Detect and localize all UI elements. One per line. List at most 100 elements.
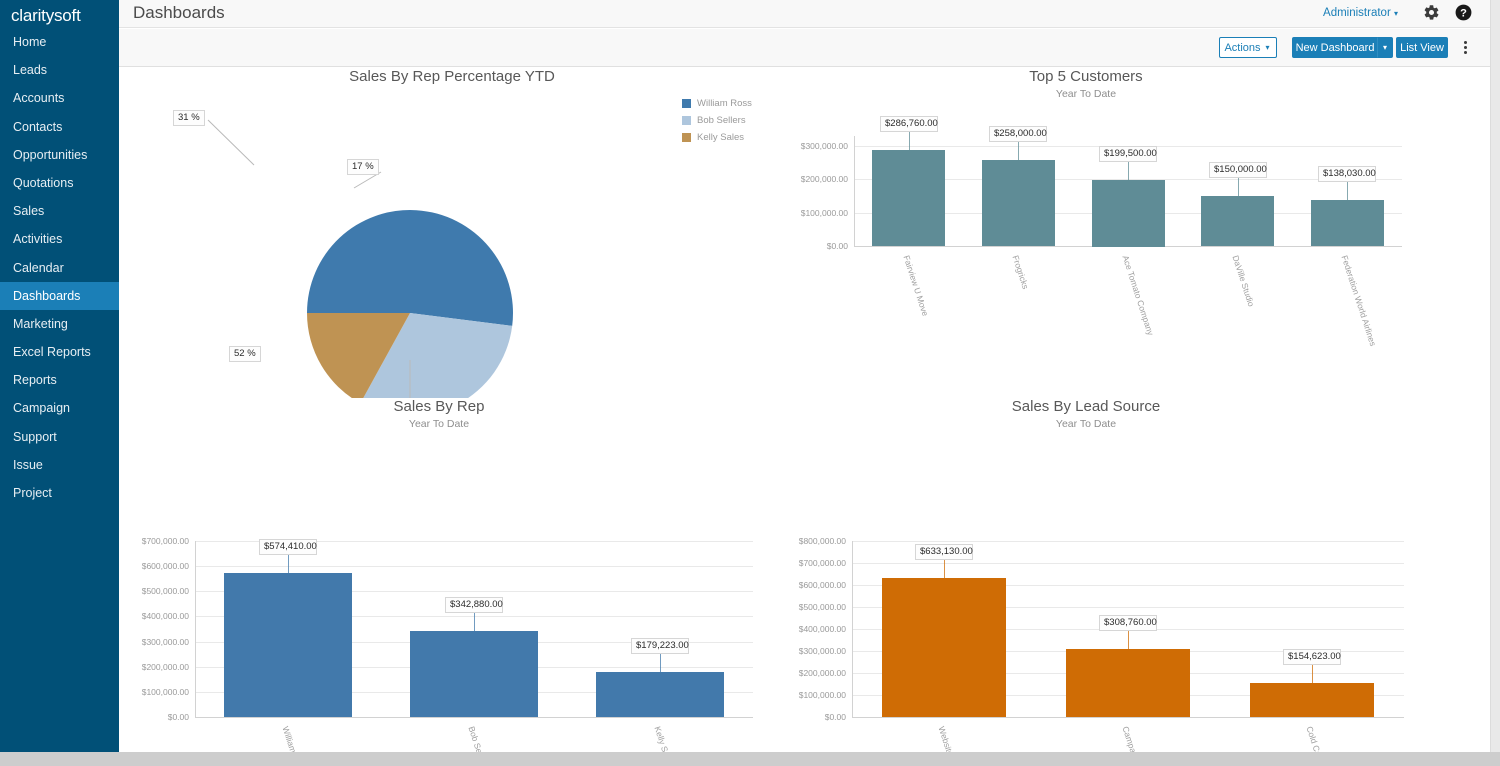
- help-circle-icon[interactable]: ?: [1454, 3, 1473, 27]
- sidebar-item-project[interactable]: Project: [0, 479, 119, 507]
- y-axis-tick-label: $200,000.00: [800, 174, 848, 184]
- legend-label: William Ross: [697, 98, 752, 109]
- y-axis-tick-label: $300,000.00: [800, 141, 848, 151]
- gridline: [852, 541, 1404, 542]
- plot-area[interactable]: $800,000.00 $700,000.00 $600,000.00 $500,00…: [770, 398, 1470, 765]
- y-axis-line: [195, 541, 196, 718]
- horizontal-scrollbar-thumb[interactable]: [0, 752, 1090, 766]
- sidebar-item-home[interactable]: Home: [0, 28, 119, 56]
- bar-data-label: $154,623.00: [1283, 649, 1341, 665]
- legend-swatch: [682, 99, 691, 108]
- sidebar-item-campaign[interactable]: Campaign: [0, 394, 119, 422]
- sidebar-item-label: Leads: [13, 63, 48, 78]
- bar[interactable]: [1250, 683, 1374, 717]
- chart-panel-sales-by-lead-source: Sales By Lead Source Year To Date $800,0…: [770, 398, 1470, 765]
- gridline: [195, 566, 753, 567]
- x-axis-category-label: Frogricks: [1010, 254, 1031, 291]
- sidebar-item-sales[interactable]: Sales: [0, 197, 119, 225]
- legend-item[interactable]: Bob Sellers: [682, 115, 752, 126]
- sidebar-item-excel-reports[interactable]: Excel Reports: [0, 338, 119, 366]
- y-axis-line: [852, 541, 853, 718]
- sidebar-item-calendar[interactable]: Calendar: [0, 254, 119, 282]
- bar[interactable]: [1092, 180, 1165, 247]
- sidebar-item-label: Sales: [13, 204, 45, 219]
- vertical-scrollbar-rail[interactable]: [1490, 0, 1500, 752]
- sidebar-item-dashboards[interactable]: Dashboards: [0, 281, 119, 310]
- new-dashboard-button[interactable]: New Dashboard: [1292, 37, 1378, 58]
- legend-label: Kelly Sales: [697, 132, 744, 143]
- legend-label: Bob Sellers: [697, 115, 746, 126]
- dashboards-page: claritysoft Home Leads Accounts Contacts Opp…: [0, 0, 1500, 766]
- label-leader-line: [1018, 140, 1019, 160]
- leader-line: [207, 119, 255, 166]
- y-axis-tick-label: $0.00: [824, 712, 846, 722]
- sidebar-item-label: Activities: [13, 232, 63, 247]
- label-leader-line: [474, 611, 475, 631]
- y-axis-tick-label: $800,000.00: [798, 536, 846, 546]
- label-leader-line: [909, 130, 910, 150]
- sidebar-item-label: Quotations: [13, 175, 74, 190]
- top-bar: Dashboards Administrator ▾ ?: [119, 0, 1490, 28]
- bar[interactable]: [410, 631, 538, 717]
- chevron-down-icon: ▾: [1382, 43, 1387, 52]
- bar[interactable]: [982, 160, 1055, 246]
- sidebar-item-label: Excel Reports: [13, 345, 91, 360]
- sidebar-item-label: Project: [13, 486, 52, 500]
- legend-item[interactable]: William Ross: [682, 98, 752, 109]
- sidebar-item-label: Opportunities: [13, 147, 88, 162]
- bar-data-label: $308,760.00: [1099, 615, 1157, 631]
- bar-data-label: $258,000.00: [989, 126, 1047, 142]
- chevron-down-icon: ▾: [1265, 42, 1270, 52]
- chart-panel-sales-by-rep: Sales By Rep Year To Date $700,000.00 $60…: [119, 398, 785, 766]
- bar[interactable]: [1311, 200, 1384, 246]
- gear-icon[interactable]: [1423, 4, 1440, 26]
- y-axis-line: [854, 136, 855, 247]
- y-axis-tick-label: $0.00: [826, 241, 848, 251]
- bar[interactable]: [224, 573, 352, 717]
- bar-data-label: $150,000.00: [1209, 162, 1267, 178]
- sidebar-item-opportunities[interactable]: Opportunities: [0, 141, 119, 169]
- y-axis-tick-label: $200,000.00: [141, 662, 189, 672]
- dashboard-canvas: Sales By Rep Percentage YTD 52 % 31 % 17 %…: [119, 68, 1490, 766]
- legend-swatch: [682, 116, 691, 125]
- bar[interactable]: [872, 150, 945, 246]
- plot-area[interactable]: $700,000.00 $600,000.00 $500,000.00 $400,00…: [119, 398, 785, 766]
- bar[interactable]: [882, 578, 1006, 717]
- y-axis-tick-label: $500,000.00: [141, 586, 189, 596]
- brand-logo[interactable]: claritysoft: [0, 0, 119, 28]
- y-axis-tick-label: $700,000.00: [141, 536, 189, 546]
- bar-data-label: $574,410.00: [259, 539, 317, 555]
- sidebar-item-issue[interactable]: Issue: [0, 451, 119, 479]
- bar[interactable]: [1066, 649, 1190, 717]
- new-dashboard-dropdown-toggle[interactable]: ▾: [1377, 37, 1393, 58]
- more-vertical-icon[interactable]: [1458, 35, 1472, 59]
- legend-item[interactable]: Kelly Sales: [682, 132, 752, 143]
- sidebar-item-accounts[interactable]: Accounts: [0, 84, 119, 112]
- actions-button[interactable]: Actions ▾: [1219, 37, 1277, 58]
- bar[interactable]: [596, 672, 724, 717]
- sidebar-item-label: Reports: [13, 373, 57, 388]
- sidebar-item-quotations[interactable]: Quotations: [0, 169, 119, 197]
- sidebar-item-leads[interactable]: Leads: [0, 56, 119, 84]
- sidebar-item-marketing[interactable]: Marketing: [0, 310, 119, 338]
- sidebar-item-activities[interactable]: Activities: [0, 225, 119, 253]
- list-view-button[interactable]: List View: [1396, 37, 1448, 58]
- sidebar-item-support[interactable]: Support: [0, 423, 119, 451]
- horizontal-scrollbar[interactable]: [0, 752, 1500, 766]
- actions-button-label: Actions: [1224, 41, 1261, 54]
- chart-panel-top-5-customers: Top 5 Customers Year To Date $300,000.00…: [770, 68, 1470, 398]
- user-menu[interactable]: Administrator ▾: [1323, 7, 1398, 19]
- sidebar-nav: Home Leads Accounts Contacts Opportunities Qu…: [0, 28, 119, 507]
- plot-area[interactable]: $300,000.00 $200,000.00 $100,000.00 $0.00 $2…: [770, 68, 1470, 398]
- y-axis-tick-label: $100,000.00: [800, 208, 848, 218]
- x-axis-line: [852, 717, 1404, 718]
- sidebar-item-reports[interactable]: Reports: [0, 366, 119, 394]
- sidebar-item-contacts[interactable]: Contacts: [0, 113, 119, 141]
- new-dashboard-button-label: New Dashboard: [1295, 41, 1375, 54]
- x-axis-line: [195, 717, 753, 718]
- label-leader-line: [1128, 629, 1129, 649]
- pie-legend: William Ross Bob Sellers Kelly Sales: [682, 98, 752, 149]
- bar-data-label: $138,030.00: [1318, 166, 1376, 182]
- pie-slice[interactable]: [307, 209, 513, 326]
- bar[interactable]: [1201, 196, 1274, 246]
